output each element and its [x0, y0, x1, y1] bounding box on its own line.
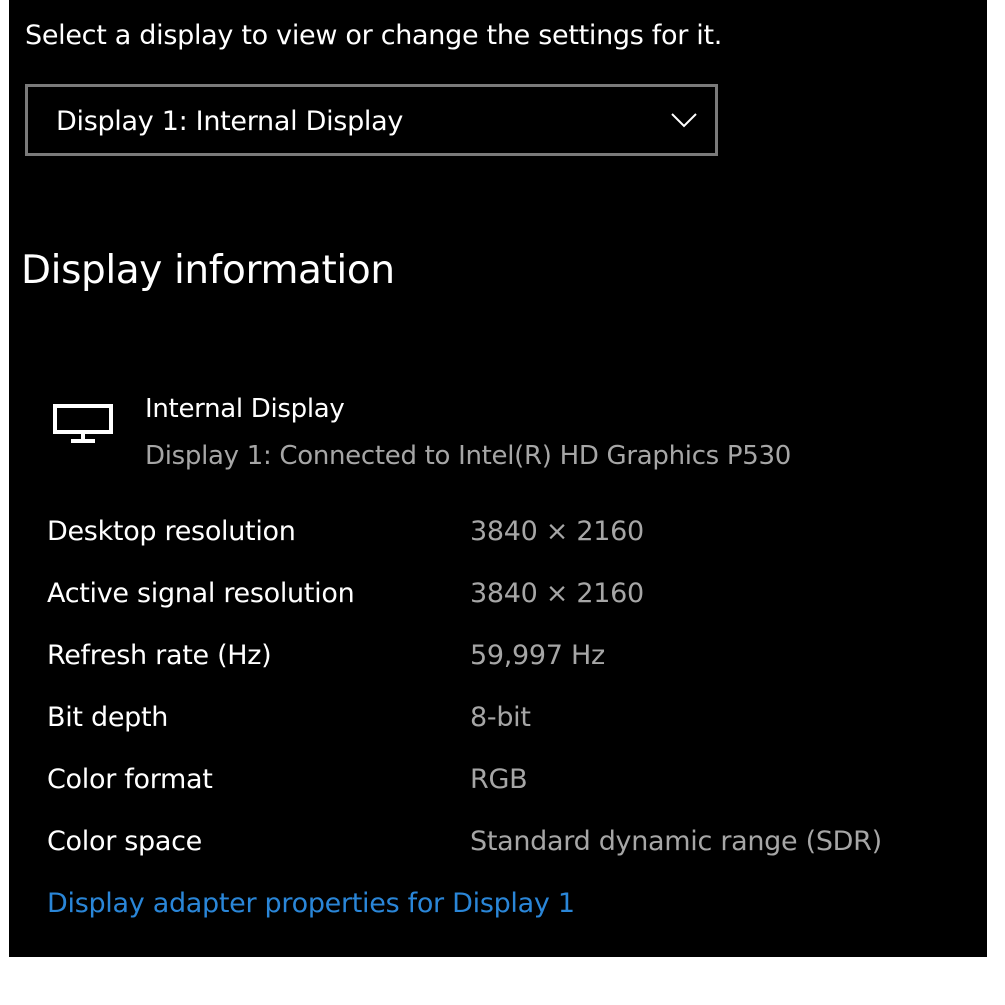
info-row-color-format: Color format RGB — [47, 764, 967, 804]
chevron-down-icon — [671, 113, 697, 128]
display-name: Internal Display — [145, 394, 345, 424]
info-label: Refresh rate (Hz) — [47, 640, 272, 671]
info-row-active-signal-resolution: Active signal resolution 3840 × 2160 — [47, 578, 967, 618]
info-value: 3840 × 2160 — [470, 516, 644, 547]
display-select-dropdown[interactable]: Display 1: Internal Display — [25, 84, 718, 156]
select-display-prompt: Select a display to view or change the s… — [25, 20, 723, 51]
info-row-refresh-rate: Refresh rate (Hz) 59,997 Hz — [47, 640, 967, 680]
info-value: 59,997 Hz — [470, 640, 605, 671]
info-value: 8-bit — [470, 702, 531, 733]
info-label: Color space — [47, 826, 202, 857]
info-label: Active signal resolution — [47, 578, 355, 609]
info-value: RGB — [470, 764, 528, 795]
display-connection: Display 1: Connected to Intel(R) HD Grap… — [145, 441, 792, 471]
display-select-value: Display 1: Internal Display — [56, 106, 404, 137]
info-row-color-space: Color space Standard dynamic range (SDR) — [47, 826, 967, 866]
info-label: Desktop resolution — [47, 516, 296, 547]
display-adapter-properties-link[interactable]: Display adapter properties for Display 1 — [47, 888, 575, 919]
info-label: Color format — [47, 764, 213, 795]
monitor-icon — [53, 404, 113, 443]
info-row-desktop-resolution: Desktop resolution 3840 × 2160 — [47, 516, 967, 556]
info-row-bit-depth: Bit depth 8-bit — [47, 702, 967, 742]
info-label: Bit depth — [47, 702, 169, 733]
section-title: Display information — [21, 248, 395, 293]
info-value: 3840 × 2160 — [470, 578, 644, 609]
info-value: Standard dynamic range (SDR) — [470, 826, 882, 857]
display-settings-panel: Select a display to view or change the s… — [9, 0, 987, 957]
